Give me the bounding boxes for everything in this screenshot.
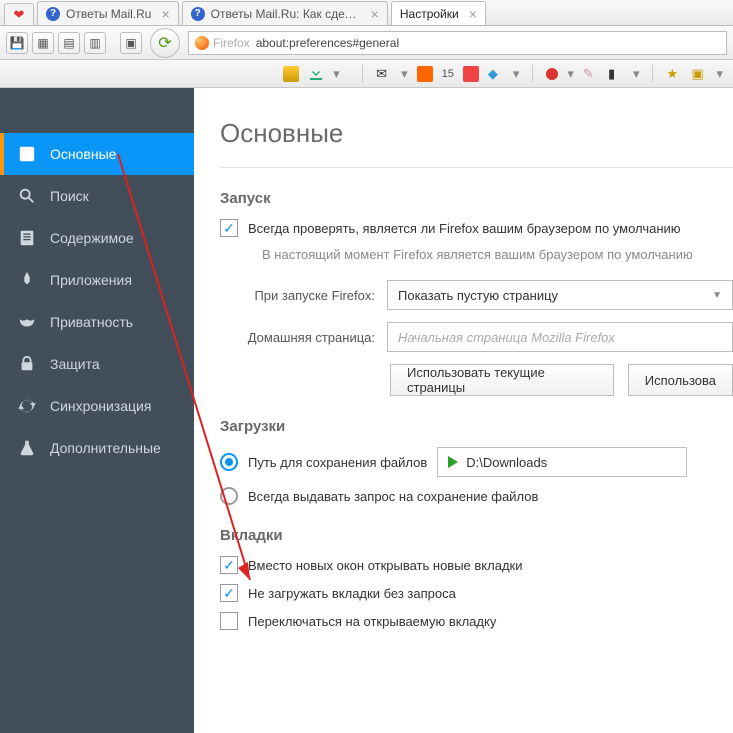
checkbox-label: Не загружать вкладки без запроса xyxy=(248,586,456,601)
close-icon[interactable]: × xyxy=(469,6,477,22)
play-icon xyxy=(448,456,458,468)
sidebar-item-label: Поиск xyxy=(50,188,89,204)
select-value: Показать пустую страницу xyxy=(398,288,558,303)
star-icon[interactable]: ★ xyxy=(666,66,682,82)
button-label: Использова xyxy=(645,373,716,388)
drop-icon[interactable]: ◆ xyxy=(488,66,504,82)
button-label: Использовать текущие страницы xyxy=(407,365,597,395)
preferences-content: Основные Запуск Всегда проверять, являет… xyxy=(194,88,733,733)
rocket-icon xyxy=(18,271,36,289)
checkbox-default-browser[interactable] xyxy=(220,219,238,237)
tab-settings[interactable]: Настройки × xyxy=(391,1,486,25)
sidebar-item-search[interactable]: Поиск xyxy=(0,175,194,217)
nav-toolbar: 💾 ▦ ▤ ▥ ▣ ⟳ Firefox about:preferences#ge… xyxy=(0,26,733,60)
url-text: about:preferences#general xyxy=(256,36,399,50)
sidebar-item-label: Приложения xyxy=(50,272,132,288)
tab-label: Ответы Mail.Ru xyxy=(66,7,151,21)
use-bookmark-button[interactable]: Использова xyxy=(628,364,733,396)
record-icon[interactable] xyxy=(546,68,558,80)
addon-icon[interactable] xyxy=(417,66,433,82)
checkbox-switch-tab[interactable] xyxy=(220,612,238,630)
mask-icon xyxy=(18,313,36,331)
radio-label: Всегда выдавать запрос на сохранение фай… xyxy=(248,489,538,504)
field-label: При запуске Firefox: xyxy=(220,288,375,303)
tab-mailru-2[interactable]: ? Ответы Mail.Ru: Как сдела… × xyxy=(182,1,388,25)
sidebar-item-privacy[interactable]: Приватность xyxy=(0,301,194,343)
mail-icon[interactable]: ✉ xyxy=(376,66,392,82)
search-icon xyxy=(18,187,36,205)
calendar-icon[interactable] xyxy=(463,66,479,82)
sidebar-item-label: Защита xyxy=(50,356,100,372)
checkbox-label: Всегда проверять, является ли Firefox ва… xyxy=(248,221,681,236)
toolbar-icon[interactable]: ▤ xyxy=(58,32,80,54)
brand-label: Firefox xyxy=(213,36,250,50)
general-icon xyxy=(18,145,36,163)
radio-always-ask[interactable] xyxy=(220,487,238,505)
preferences-page: Основные Поиск Содержимое Приложения При… xyxy=(0,88,733,733)
mailru-icon: ? xyxy=(191,7,205,21)
sidebar-item-label: Синхронизация xyxy=(50,398,151,414)
default-browser-status: В настоящий момент Firefox является ваши… xyxy=(262,247,733,262)
toolbar-icon[interactable]: ▣ xyxy=(120,32,142,54)
toolbar-icon[interactable]: ▦ xyxy=(32,32,54,54)
pinned-tab[interactable]: ❤ xyxy=(4,3,34,25)
download-path-field[interactable]: D:\Downloads xyxy=(437,447,687,477)
shield-icon[interactable]: ▣ xyxy=(691,66,707,82)
addon-toolbar: ▾ ✉ ▾ 15 ◆ ▾ ▾ ✎ ▮ ▾ ★ ▣ ▾ xyxy=(0,60,733,88)
sidebar-item-label: Основные xyxy=(50,146,116,162)
tab-label: Ответы Mail.Ru: Как сдела… xyxy=(211,7,361,21)
sidebar-item-advanced[interactable]: Дополнительные xyxy=(0,427,194,469)
sidebar-item-security[interactable]: Защита xyxy=(0,343,194,385)
download-icon[interactable]: ▾ xyxy=(333,66,349,82)
download-icon[interactable] xyxy=(308,66,324,82)
firefox-icon xyxy=(195,36,209,50)
address-bar[interactable]: Firefox about:preferences#general xyxy=(188,31,727,55)
input-placeholder: Начальная страница Mozilla Firefox xyxy=(398,330,615,345)
identity-box: Firefox xyxy=(195,36,250,50)
sidebar-item-applications[interactable]: Приложения xyxy=(0,259,194,301)
startup-action-select[interactable]: Показать пустую страницу ▼ xyxy=(387,280,733,310)
preferences-sidebar: Основные Поиск Содержимое Приложения При… xyxy=(0,88,194,733)
sidebar-item-general[interactable]: Основные xyxy=(0,133,194,175)
mailru-icon: ? xyxy=(46,7,60,21)
path-value: D:\Downloads xyxy=(466,455,547,470)
checkbox-open-in-tabs[interactable] xyxy=(220,556,238,574)
section-heading-downloads: Загрузки xyxy=(220,418,733,435)
checkbox-label: Вместо новых окон открывать новые вкладк… xyxy=(248,558,523,573)
flask-icon xyxy=(18,439,36,457)
sidebar-item-label: Приватность xyxy=(50,314,133,330)
sidebar-item-label: Дополнительные xyxy=(50,440,161,456)
bookmark-icon[interactable]: ▮ xyxy=(608,66,624,82)
tab-label: Настройки xyxy=(400,7,459,21)
wand-icon[interactable]: ✎ xyxy=(583,66,599,82)
close-icon[interactable]: × xyxy=(161,6,169,22)
section-heading-startup: Запуск xyxy=(220,190,733,207)
toolbar-icon[interactable]: ▥ xyxy=(84,32,106,54)
browser-tabstrip: ❤ ? Ответы Mail.Ru × ? Ответы Mail.Ru: К… xyxy=(0,0,733,26)
use-current-pages-button[interactable]: Использовать текущие страницы xyxy=(390,364,614,396)
checkbox-label: Переключаться на открываемую вкладку xyxy=(248,614,496,629)
radio-label: Путь для сохранения файлов xyxy=(248,455,427,470)
sidebar-item-label: Содержимое xyxy=(50,230,134,246)
reload-button[interactable]: ⟳ xyxy=(150,28,180,58)
homepage-input[interactable]: Начальная страница Mozilla Firefox xyxy=(387,322,733,352)
radio-save-to[interactable] xyxy=(220,453,238,471)
tab-mailru-1[interactable]: ? Ответы Mail.Ru × xyxy=(37,1,179,25)
sidebar-item-sync[interactable]: Синхронизация xyxy=(0,385,194,427)
checkbox-dont-load[interactable] xyxy=(220,584,238,602)
lock-icon xyxy=(18,355,36,373)
save-icon[interactable]: 💾 xyxy=(6,32,28,54)
page-title: Основные xyxy=(220,118,733,149)
sync-icon xyxy=(18,397,36,415)
badge-count: 15 xyxy=(442,68,454,80)
section-heading-tabs: Вкладки xyxy=(220,527,733,544)
chevron-down-icon: ▼ xyxy=(712,290,722,301)
close-icon[interactable]: × xyxy=(371,6,379,22)
field-label: Домашняя страница: xyxy=(220,330,375,345)
sidebar-item-content[interactable]: Содержимое xyxy=(0,217,194,259)
download-icon[interactable] xyxy=(283,66,299,82)
document-icon xyxy=(18,229,36,247)
